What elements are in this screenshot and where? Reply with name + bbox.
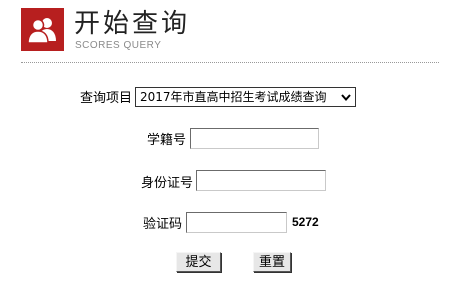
reset-button[interactable]: 重置 xyxy=(253,252,291,272)
project-select-value: 2017年市直高中招生考试成绩查询 xyxy=(140,90,327,104)
logo xyxy=(21,8,64,51)
users-icon xyxy=(27,18,56,44)
page-subtitle: SCORES QUERY xyxy=(75,40,162,51)
project-select[interactable]: 2017年市直高中招生考试成绩查询 xyxy=(135,87,356,107)
submit-button[interactable]: 提交 xyxy=(176,252,221,272)
captcha-code: 5272 xyxy=(292,215,319,229)
captcha-label: 验证码 xyxy=(143,217,183,232)
chevron-down-icon xyxy=(341,94,351,102)
id-card-label: 身份证号 xyxy=(141,176,194,191)
header-divider xyxy=(21,62,439,63)
project-label: 查询项目 xyxy=(80,91,133,106)
student-id-input[interactable] xyxy=(190,128,319,149)
id-card-input[interactable] xyxy=(196,170,326,191)
student-id-label: 学籍号 xyxy=(147,133,187,148)
page-title: 开始查询 xyxy=(74,9,191,39)
captcha-input[interactable] xyxy=(186,212,287,233)
